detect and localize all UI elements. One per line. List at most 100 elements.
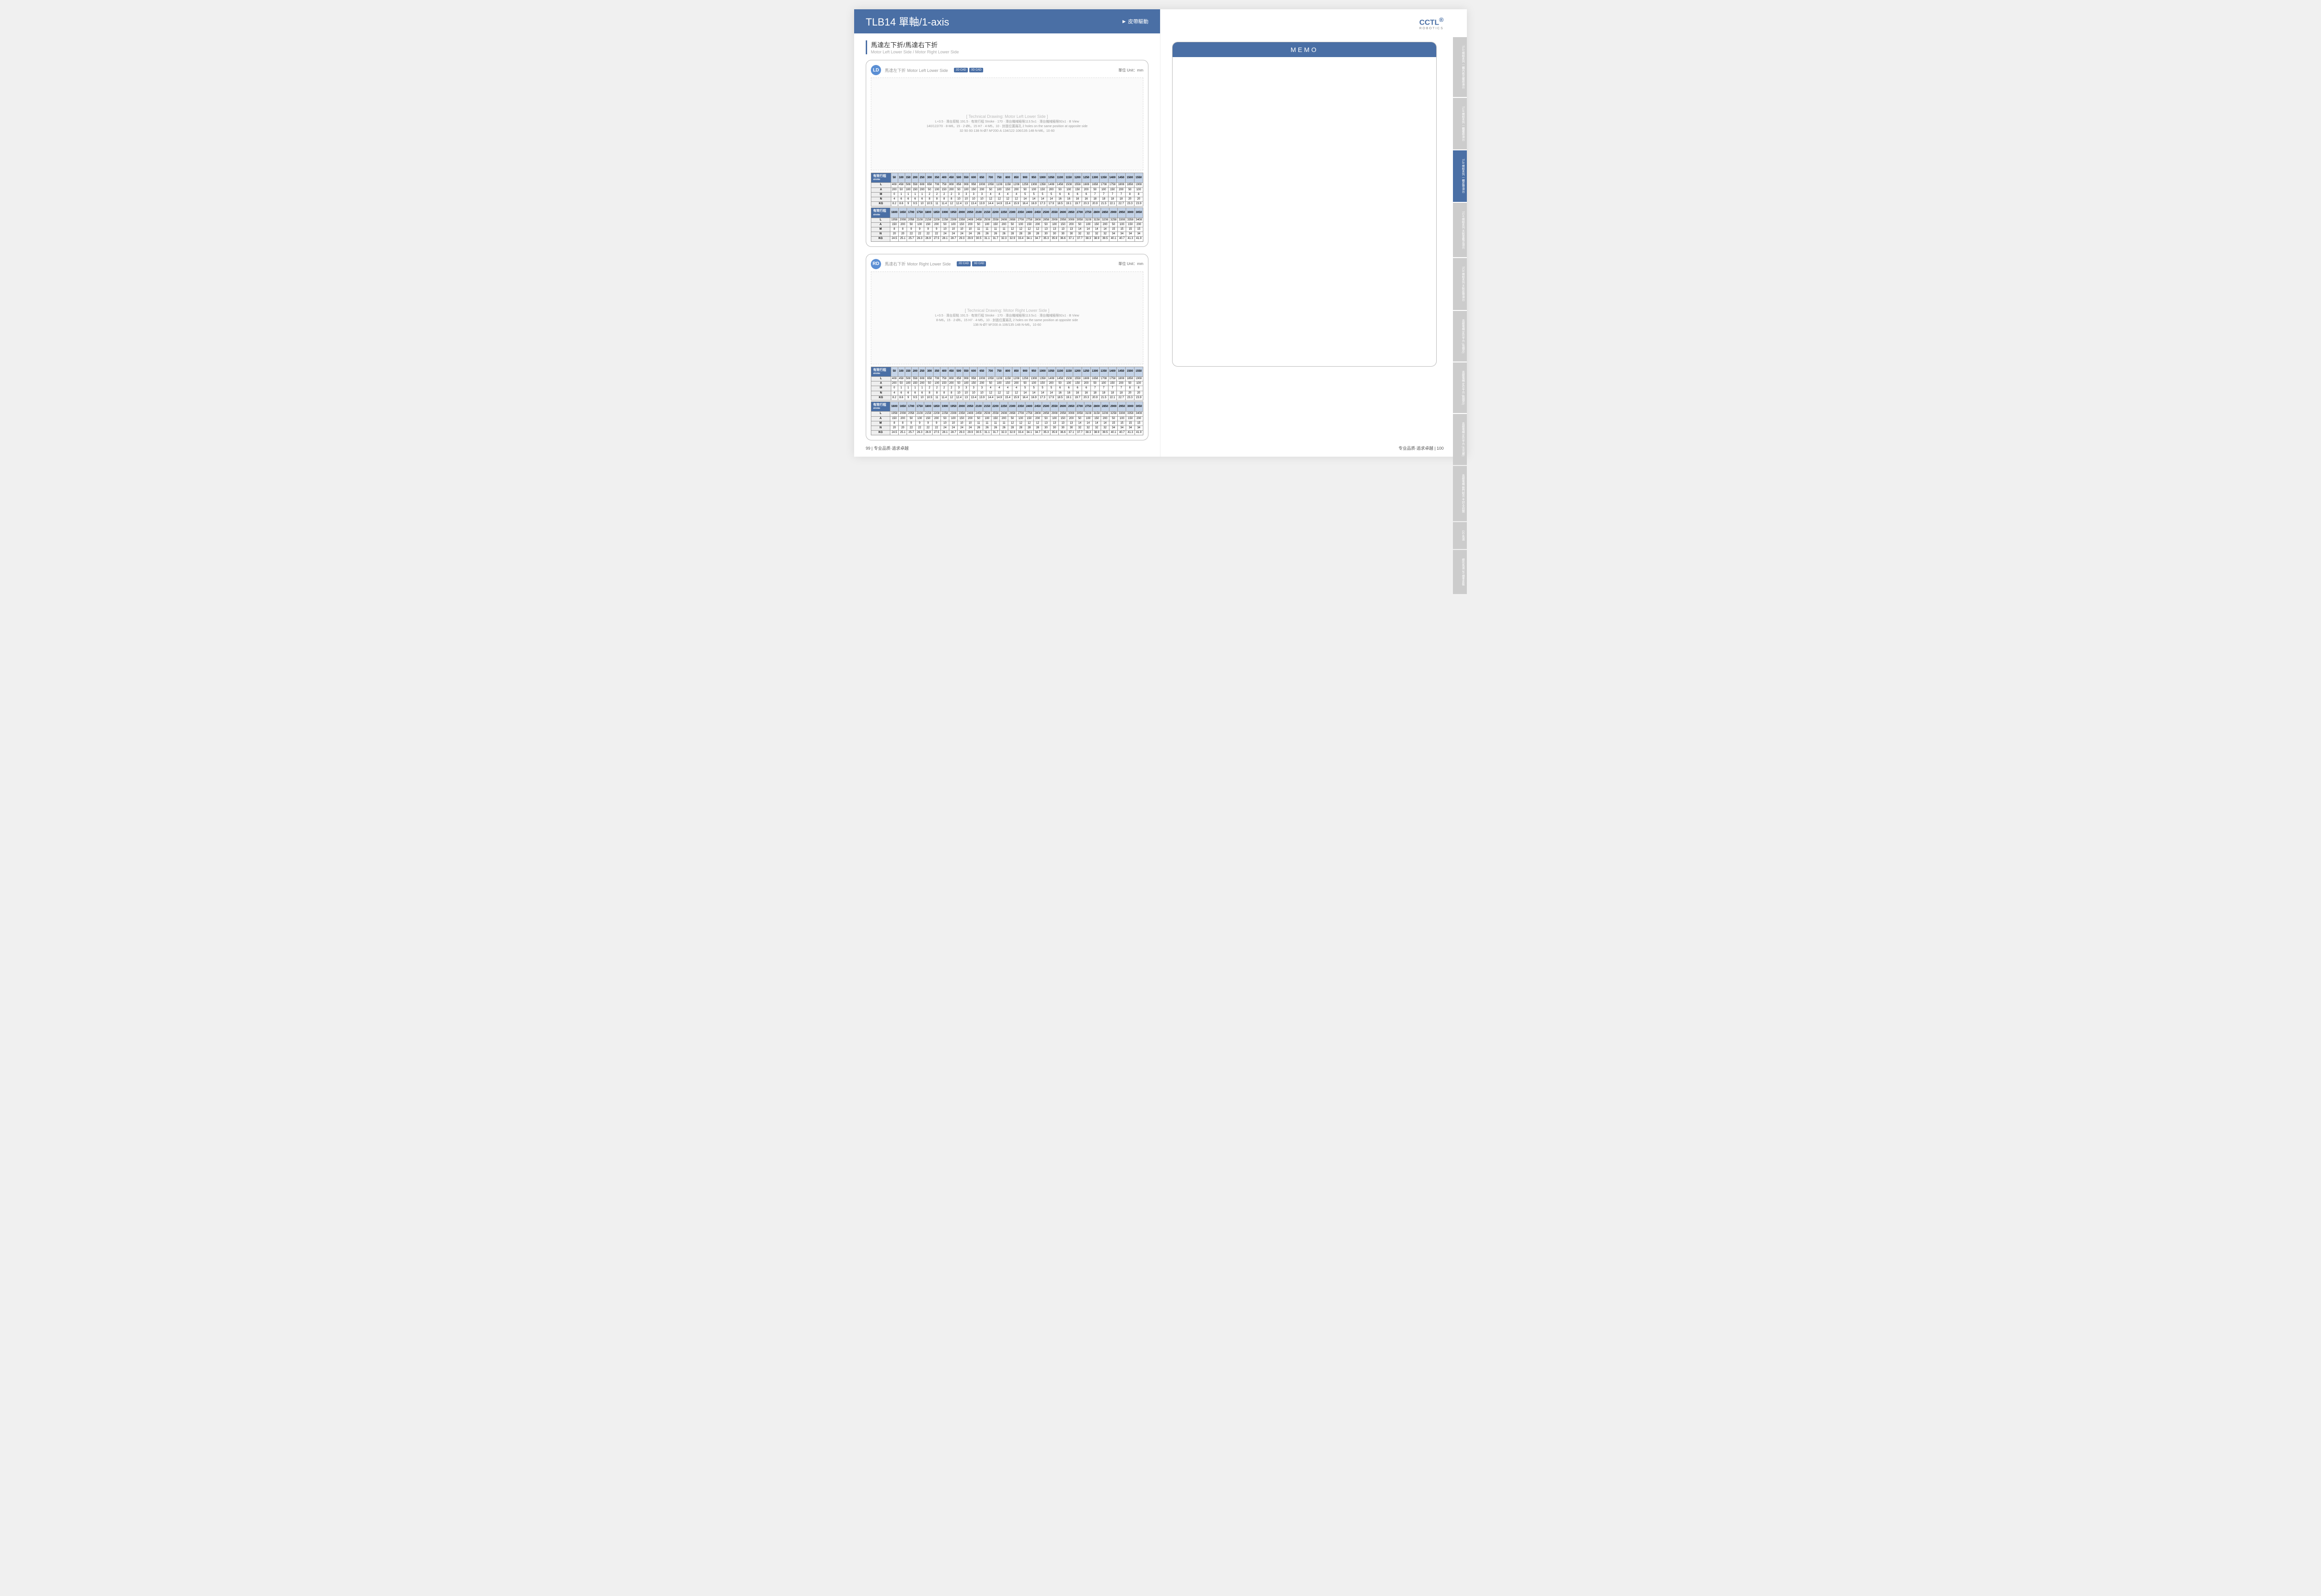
stroke-col: 2450 xyxy=(1033,208,1042,218)
cell: 3 xyxy=(963,192,970,197)
cell: 858 xyxy=(955,183,963,187)
cell: 12 xyxy=(1017,421,1025,426)
cell: 23.3 xyxy=(1126,202,1135,207)
cell: 150 xyxy=(970,187,978,192)
side-tab-3[interactable]: TCH 模組系列 天鉤重載式滑台 xyxy=(1453,203,1467,258)
cell: 150 xyxy=(940,187,948,192)
cell: 50 xyxy=(907,222,915,227)
cell: 15 xyxy=(1135,421,1143,426)
cell: 34.7 xyxy=(1033,431,1042,435)
cell: 2 xyxy=(940,386,948,391)
cell: 9 xyxy=(915,227,924,232)
side-tab-0[interactable]: TLG 模組系列 一體內嵌式螺桿滑台 xyxy=(1453,37,1467,97)
cell: 30.5 xyxy=(974,237,983,241)
ld-diagram-box: LD 馬達左下折 Motor Left Lower Side 2D CAD 3D… xyxy=(866,60,1148,247)
cell: 26 xyxy=(1000,426,1008,430)
cell: 4 xyxy=(986,386,995,391)
stroke-col: 2850 xyxy=(1101,401,1109,411)
cell: 26 xyxy=(991,426,999,430)
cell: 34 xyxy=(1126,232,1135,237)
stroke-col: 350 xyxy=(934,173,940,183)
cell: 2008 xyxy=(899,218,907,222)
side-tab-6[interactable]: 直線電機 定位平台 (無鐵芯) xyxy=(1453,362,1467,413)
cell: 11 xyxy=(991,227,999,232)
cell: 200 xyxy=(978,381,986,386)
side-tab-5[interactable]: 直線電機 定位平台 (有鐵芯) xyxy=(1453,311,1467,362)
cell: 8 xyxy=(948,197,955,201)
cell: 3258 xyxy=(1109,412,1118,416)
cell: 2708 xyxy=(1017,218,1025,222)
cell: 1758 xyxy=(1108,377,1117,381)
side-tab-9[interactable]: DD 馬達 xyxy=(1453,522,1467,549)
cell: 38.9 xyxy=(1092,431,1101,435)
cell: 100 xyxy=(934,187,940,192)
cell: 3258 xyxy=(1109,218,1118,222)
spec-table: 有效行程stroke501001502002503003504004505005… xyxy=(871,173,1143,207)
cell: 1508 xyxy=(1064,377,1073,381)
rd-3d-cad-button[interactable]: 3D CAD xyxy=(972,261,986,266)
cell: 1858 xyxy=(1126,377,1135,381)
cell: 100 xyxy=(934,381,940,386)
cell: 20 xyxy=(890,426,899,430)
ld-3d-cad-button[interactable]: 3D CAD xyxy=(969,68,983,73)
cell: 8 xyxy=(934,197,940,201)
cell: 2208 xyxy=(932,218,940,222)
cell: 3108 xyxy=(1084,412,1092,416)
cell: 200 xyxy=(1101,222,1109,227)
cell: 150 xyxy=(940,381,948,386)
cell: 9.5 xyxy=(912,202,919,207)
rd-2d-cad-button[interactable]: 2D CAD xyxy=(957,261,971,266)
cell: 30 xyxy=(1059,426,1067,430)
cell: 150 xyxy=(958,222,966,227)
stroke-col: 2850 xyxy=(1101,208,1109,218)
cell: 41.9 xyxy=(1135,431,1143,435)
side-tab-10[interactable]: 線性馬達 3R 標準套裝 xyxy=(1453,550,1467,594)
stroke-col: 800 xyxy=(1004,173,1012,183)
cell: 17.9 xyxy=(1047,202,1056,207)
cell: 10 xyxy=(958,421,966,426)
cell: 20 xyxy=(899,232,907,237)
cell: 33.4 xyxy=(1017,237,1025,241)
side-tab-2[interactable]: TLB 模組系列 一體皮帶滑台 xyxy=(1453,150,1467,201)
cell: 3 xyxy=(955,192,963,197)
side-tab-7[interactable]: 直線電機 定位平台 (含光栅) xyxy=(1453,414,1467,465)
cell: 2358 xyxy=(958,218,966,222)
cell: 150 xyxy=(970,381,978,386)
cell: 29.3 xyxy=(958,431,966,435)
side-tab-4[interactable]: TCB 模組系列 天鉤皮帶滑台 xyxy=(1453,258,1467,310)
cell: 7 xyxy=(1099,386,1108,391)
cell: 16 xyxy=(1064,197,1073,201)
cell: 26 xyxy=(983,232,991,237)
cell: 6 xyxy=(919,197,926,201)
stroke-col: 100 xyxy=(898,173,905,183)
cell: 1558 xyxy=(1073,183,1082,187)
row-label-M: M xyxy=(871,421,890,426)
cell: 37.7 xyxy=(1076,237,1084,241)
cell: 13 xyxy=(1050,421,1059,426)
side-tab-1[interactable]: TLM 模組系列 一體螺桿滑台 xyxy=(1453,98,1467,149)
side-tab-8[interactable]: 直線電機 龍門組合 半封/全封閉 xyxy=(1453,466,1467,521)
cell: 20 xyxy=(899,426,907,430)
cell: 18 xyxy=(1117,197,1126,201)
cell: 150 xyxy=(1108,381,1117,386)
ld-2d-cad-button[interactable]: 2D CAD xyxy=(954,68,968,73)
cell: 14 xyxy=(1021,197,1030,201)
cell: 7 xyxy=(1108,192,1117,197)
cell: 2108 xyxy=(915,218,924,222)
cell: 16 xyxy=(1082,197,1091,201)
stroke-col: 850 xyxy=(1012,173,1021,183)
stroke-col: 1200 xyxy=(1073,367,1082,376)
stroke-col: 1150 xyxy=(1064,367,1073,376)
stroke-col: 2400 xyxy=(1025,401,1033,411)
row-label-A: A xyxy=(871,187,891,192)
cell: 35.9 xyxy=(1050,431,1059,435)
stroke-col: 1150 xyxy=(1064,173,1073,183)
cell: 5 xyxy=(1030,386,1038,391)
memo-box: MEMO xyxy=(1172,42,1437,367)
stroke-col: 2350 xyxy=(1017,208,1025,218)
cell: 10 xyxy=(966,421,974,426)
cell: 7 xyxy=(1117,386,1126,391)
stroke-col: 500 xyxy=(955,367,963,376)
row-label-L: L xyxy=(871,377,891,381)
cell: 100 xyxy=(1030,381,1038,386)
